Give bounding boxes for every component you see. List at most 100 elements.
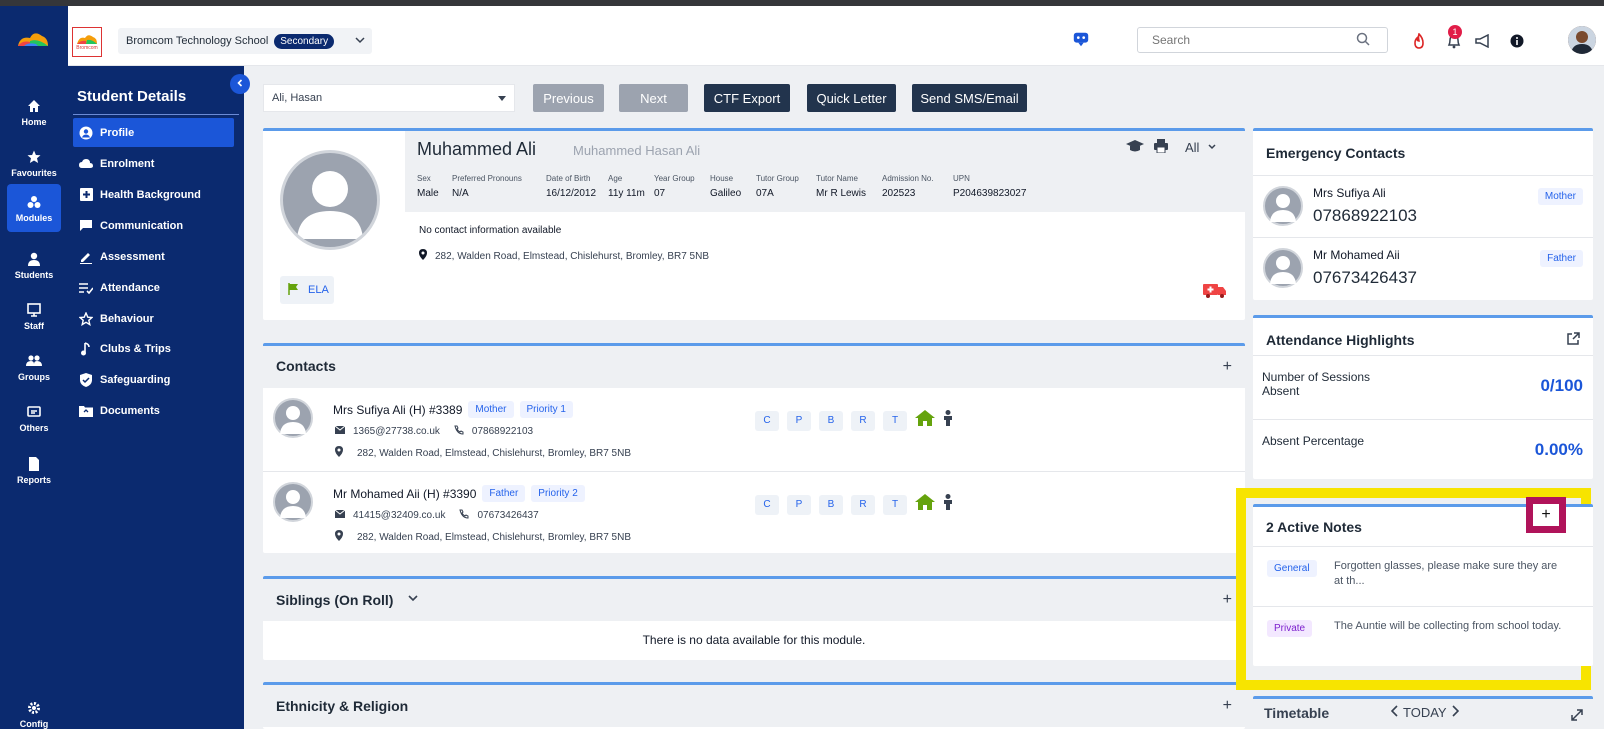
emergency-contact-row[interactable]: Mr Mohamed Aii 07673426437 Father <box>1253 237 1593 299</box>
subnav-item-label: Documents <box>100 404 160 417</box>
view-filter-select[interactable]: All <box>1185 140 1199 155</box>
chat-icon <box>78 218 94 234</box>
nav-staff[interactable]: Staff <box>7 292 61 340</box>
nav-config[interactable]: Config <box>7 690 61 729</box>
add-note-button[interactable]: + <box>1533 504 1559 526</box>
subnav-item-assessment[interactable]: Assessment <box>73 242 234 271</box>
contact-name-line: Mr Mohamed Aii (H) #3390 Father Priority… <box>333 485 585 502</box>
contact-phone[interactable]: 07868922103 <box>472 426 533 437</box>
subnav-item-safeguarding[interactable]: Safeguarding <box>73 365 234 394</box>
flag-c[interactable]: C <box>755 494 779 515</box>
flag-b[interactable]: B <box>819 410 843 431</box>
ctf-export-button[interactable]: CTF Export <box>704 84 790 112</box>
subnav-item-clubs[interactable]: Clubs & Trips <box>73 334 234 363</box>
contact-phone[interactable]: 07673426437 <box>477 510 538 521</box>
printer-icon[interactable] <box>1153 139 1169 156</box>
contact-row[interactable]: Mrs Sufiya Ali (H) #3389 Mother Priority… <box>263 388 1245 472</box>
add-contact-button[interactable]: + <box>1223 358 1232 376</box>
flag-t[interactable]: T <box>883 494 907 515</box>
emergency-contact-phone[interactable]: 07673426437 <box>1313 268 1417 288</box>
staff-icon <box>26 302 42 318</box>
priority-tag: Priority 2 <box>531 485 585 502</box>
add-ethnicity-button[interactable]: + <box>1223 697 1232 715</box>
chat-bot-icon[interactable] <box>1072 30 1090 48</box>
emergency-title: Emergency Contacts <box>1266 145 1406 161</box>
contact-email[interactable]: 41415@32409.co.uk <box>353 510 445 521</box>
search-input[interactable] <box>1137 27 1388 53</box>
house-icon <box>915 494 935 515</box>
expand-icon[interactable] <box>1571 708 1583 726</box>
nav-others[interactable]: Others <box>7 394 61 442</box>
note-row[interactable]: Private The Auntie will be collecting fr… <box>1253 606 1593 666</box>
send-sms-email-button[interactable]: Send SMS/Email <box>912 84 1027 112</box>
flag-p[interactable]: P <box>787 410 811 431</box>
groups-icon <box>26 353 42 369</box>
star-outline-icon <box>78 311 94 327</box>
field-value: 202523 <box>882 188 916 199</box>
attendance-value: 0.00% <box>1534 440 1583 459</box>
bromcom-logo-icon[interactable] <box>16 30 50 50</box>
nav-home[interactable]: Home <box>7 88 61 136</box>
emergency-contact-phone[interactable]: 07868922103 <box>1313 206 1417 226</box>
chevron-down-icon[interactable] <box>407 591 419 609</box>
school-selector[interactable]: Bromcom Technology School Secondary <box>118 28 372 54</box>
chevron-down-icon[interactable] <box>1207 140 1217 155</box>
ambulance-icon[interactable] <box>1203 281 1227 304</box>
fire-icon[interactable] <box>1410 32 1428 50</box>
subnav-item-profile[interactable]: Profile <box>73 118 234 147</box>
field-tutor-group: Tutor Group 07A <box>756 174 799 199</box>
child-icon <box>943 410 953 431</box>
collapse-sidebar-button[interactable] <box>230 74 250 94</box>
flag-b[interactable]: B <box>819 494 843 515</box>
external-link-icon[interactable] <box>1566 332 1580 351</box>
nav-students[interactable]: Students <box>7 241 61 289</box>
add-note-focus-box: + <box>1526 497 1566 533</box>
nav-reports[interactable]: Reports <box>7 446 61 494</box>
flag-r[interactable]: R <box>851 410 875 431</box>
timetable-title: Timetable <box>1264 705 1330 721</box>
field-value: N/A <box>452 188 469 199</box>
chevron-left-icon[interactable] <box>1390 705 1399 720</box>
flag-p[interactable]: P <box>787 494 811 515</box>
flag-c[interactable]: C <box>755 410 779 431</box>
next-button[interactable]: Next <box>619 84 688 112</box>
previous-button[interactable]: Previous <box>533 84 604 112</box>
nav-groups[interactable]: Groups <box>7 343 61 391</box>
notification-count-badge: 1 <box>1448 25 1462 39</box>
note-row[interactable]: General Forgotten glasses, please make s… <box>1253 546 1593 606</box>
subnav-item-health[interactable]: Health Background <box>73 180 234 209</box>
subnav-item-documents[interactable]: Documents <box>73 396 234 425</box>
student-select[interactable]: Ali, Hasan <box>263 84 515 112</box>
subnav-item-label: Assessment <box>100 250 165 263</box>
contact-email[interactable]: 1365@27738.co.uk <box>353 426 440 437</box>
ela-badge[interactable]: ELA <box>280 276 334 304</box>
quick-letter-button[interactable]: Quick Letter <box>807 84 896 112</box>
subnav-item-enrolment[interactable]: Enrolment <box>73 149 234 178</box>
location-pin-icon <box>419 249 427 263</box>
contact-row[interactable]: Mr Mohamed Aii (H) #3390 Father Priority… <box>263 472 1245 556</box>
graduation-cap-icon[interactable] <box>1125 139 1145 156</box>
flag-r[interactable]: R <box>851 494 875 515</box>
chevron-right-icon[interactable] <box>1451 705 1459 720</box>
student-avatar <box>280 150 380 250</box>
nav-modules[interactable]: Modules <box>7 184 61 232</box>
subnav-item-communication[interactable]: Communication <box>73 211 234 240</box>
flag-t[interactable]: T <box>883 410 907 431</box>
add-sibling-button[interactable]: + <box>1223 591 1232 609</box>
field-pronouns: Preferred Pronouns N/A <box>452 174 522 199</box>
nav-favourites[interactable]: Favourites <box>7 139 61 187</box>
subnav-item-attendance[interactable]: Attendance <box>73 273 234 302</box>
field-label: UPN <box>953 174 970 183</box>
chevron-down-icon[interactable] <box>354 34 366 49</box>
user-avatar[interactable] <box>1568 26 1596 54</box>
megaphone-icon[interactable] <box>1474 32 1492 50</box>
field-label: Year Group <box>654 174 695 183</box>
timetable-card: Timetable TODAY <box>1253 696 1593 729</box>
timetable-today-button[interactable]: TODAY <box>1403 705 1447 720</box>
info-icon[interactable] <box>1508 32 1526 50</box>
contact-address: 282, Walden Road, Elmstead, Chislehurst,… <box>357 447 632 459</box>
search-icon[interactable] <box>1356 32 1370 51</box>
emergency-contact-row[interactable]: Mrs Sufiya Ali 07868922103 Mother <box>1253 175 1593 237</box>
contact-name-line: Mrs Sufiya Ali (H) #3389 Mother Priority… <box>333 401 573 418</box>
subnav-item-behaviour[interactable]: Behaviour <box>73 304 234 333</box>
